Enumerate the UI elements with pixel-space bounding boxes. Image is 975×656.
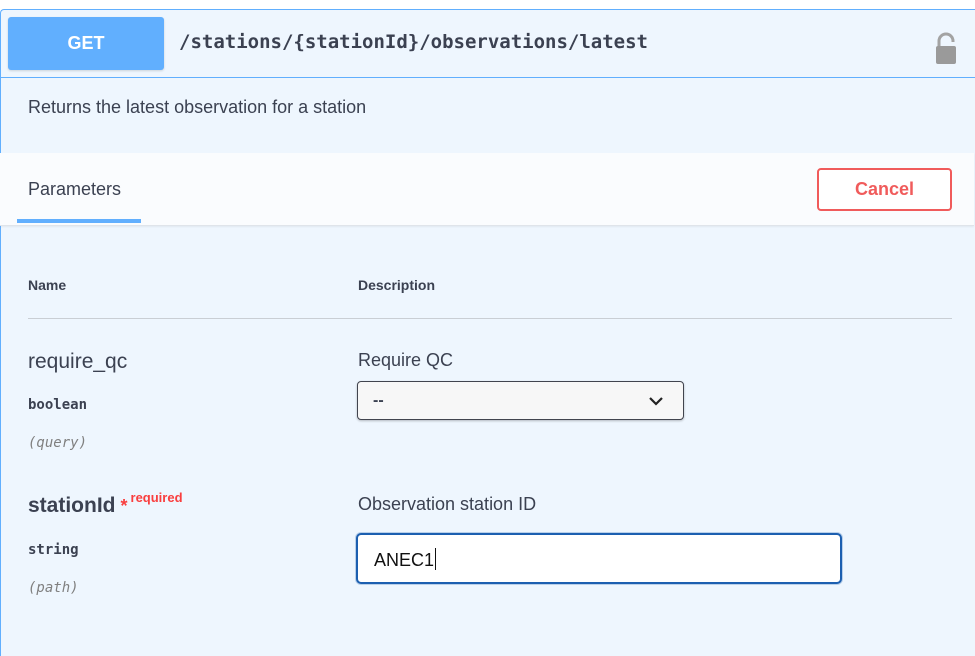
tab-parameters-label: Parameters xyxy=(28,179,122,199)
endpoint-path: /stations/{stationId}/observations/lates… xyxy=(179,31,648,53)
column-header-description: Description xyxy=(358,277,436,293)
column-header-name: Name xyxy=(28,277,67,293)
param-name-stationid: stationId * required xyxy=(28,490,183,518)
param-description-stationid: Observation station ID xyxy=(358,494,537,514)
operation-description: Returns the latest observation for a sta… xyxy=(28,97,367,117)
operation-summary[interactable]: GET /stations/{stationId}/observations/l… xyxy=(1,10,975,78)
parameters-header: Parameters Cancel xyxy=(0,153,974,226)
chevron-down-icon xyxy=(649,397,663,406)
require-qc-select[interactable]: -- xyxy=(357,381,684,420)
tab-active-indicator xyxy=(17,219,141,223)
param-description-require-qc: Require QC xyxy=(358,350,454,370)
method-badge: GET xyxy=(8,17,164,70)
tab-parameters[interactable]: Parameters xyxy=(17,153,141,225)
cancel-button[interactable]: Cancel xyxy=(817,168,952,211)
require-qc-selected-value: -- xyxy=(373,392,384,409)
stationid-input-value: ANEC1 xyxy=(374,548,437,571)
unlocked-padlock-icon[interactable] xyxy=(935,32,957,66)
param-name-stationid-text: stationId xyxy=(28,494,116,517)
param-type-require-qc: boolean xyxy=(28,397,88,413)
stationid-input-text: ANEC1 xyxy=(374,550,435,570)
text-caret xyxy=(435,548,437,570)
param-name-require-qc: require_qc xyxy=(28,350,128,373)
stationid-input[interactable]: ANEC1 xyxy=(356,533,842,584)
required-label: required xyxy=(130,490,183,505)
param-location-require-qc: (query) xyxy=(28,435,88,451)
header-divider xyxy=(28,318,952,319)
required-star: * xyxy=(120,496,128,516)
param-type-stationid: string xyxy=(28,542,79,558)
param-location-stationid: (path) xyxy=(28,580,79,596)
